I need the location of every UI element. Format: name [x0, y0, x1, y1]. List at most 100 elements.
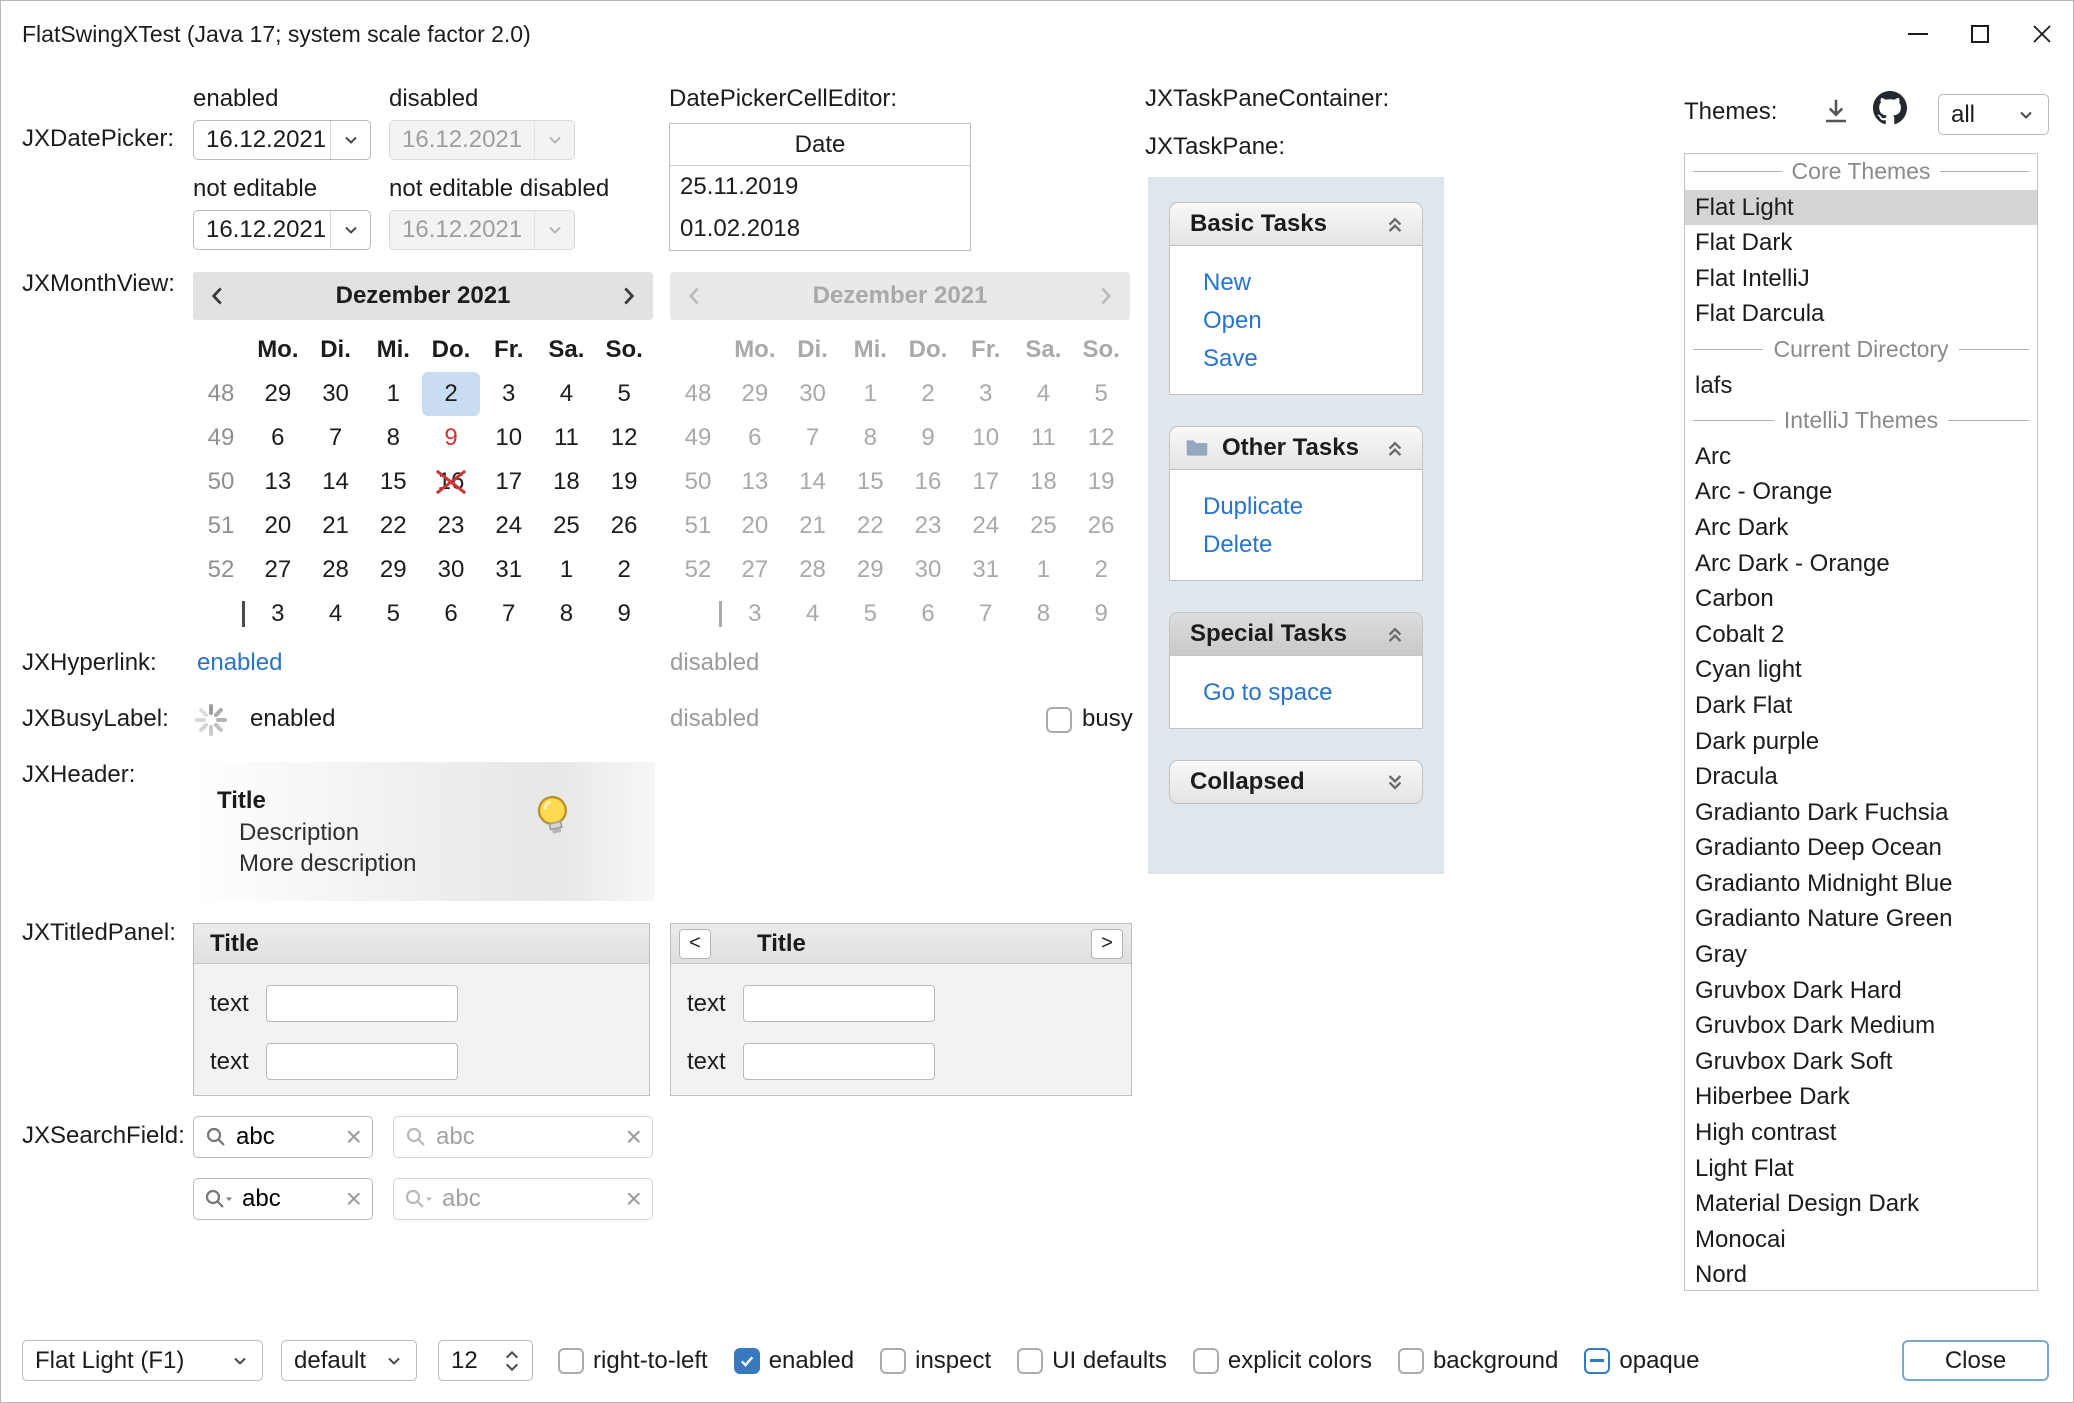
collapse-icon[interactable] — [1382, 621, 1408, 647]
calendar-day[interactable]: 30 — [307, 372, 365, 416]
theme-list-item[interactable]: lafs — [1685, 368, 2037, 404]
text-field[interactable] — [743, 1043, 935, 1080]
theme-list-item[interactable]: Cobalt 2 — [1685, 617, 2037, 653]
collapse-icon[interactable] — [1382, 211, 1408, 237]
calendar-dropdown-button[interactable] — [330, 121, 370, 159]
calendar-day[interactable]: 5 — [595, 372, 653, 416]
font-size-spinner[interactable]: 12 — [438, 1340, 533, 1381]
text-field[interactable] — [266, 985, 458, 1022]
theme-list-item[interactable]: Dracula — [1685, 759, 2037, 795]
clear-icon[interactable]: × — [346, 1123, 362, 1151]
calendar-day[interactable]: 24 — [480, 504, 538, 548]
clear-icon[interactable]: × — [346, 1185, 362, 1213]
minimize-button[interactable] — [1887, 1, 1949, 67]
titled-panel-next-button[interactable]: > — [1091, 929, 1123, 959]
maximize-button[interactable] — [1949, 1, 2011, 67]
calendar-day[interactable]: 31 — [480, 548, 538, 592]
calendar-day[interactable]: 29 — [249, 372, 307, 416]
theme-list-item[interactable]: Flat Dark — [1685, 225, 2037, 261]
theme-list-item[interactable]: Cyan light — [1685, 652, 2037, 688]
calendar-day[interactable]: 22 — [364, 504, 422, 548]
calendar-day[interactable]: 6 — [249, 416, 307, 460]
task-link[interactable]: New — [1170, 264, 1422, 302]
calendar-day[interactable]: 3 — [249, 592, 307, 636]
checkbox-box[interactable] — [1193, 1348, 1219, 1374]
calendar-day[interactable]: 6 — [422, 592, 480, 636]
checkbox-background[interactable]: background — [1398, 1347, 1558, 1375]
checkbox-inspect[interactable]: inspect — [880, 1347, 991, 1375]
expand-icon[interactable] — [1382, 769, 1408, 795]
theme-list-item[interactable]: Gray — [1685, 937, 2037, 973]
theme-list-item[interactable]: Arc - Orange — [1685, 474, 2037, 510]
theme-list-item[interactable]: Gradianto Deep Ocean — [1685, 830, 2037, 866]
theme-list-item[interactable]: Arc — [1685, 439, 2037, 475]
calendar-day[interactable]: 7 — [307, 416, 365, 460]
theme-list-item[interactable]: Hiberbee Dark — [1685, 1079, 2037, 1115]
calendar-day[interactable]: 3 — [480, 372, 538, 416]
table-column-header[interactable]: Date — [670, 124, 970, 166]
calendar-day[interactable]: 4 — [307, 592, 365, 636]
calendar-day[interactable]: 19 — [595, 460, 653, 504]
calendar-day[interactable]: 9 — [595, 592, 653, 636]
calendar-day[interactable]: 14 — [307, 460, 365, 504]
theme-list-item[interactable]: Material Design Dark — [1685, 1186, 2037, 1222]
calendar-day[interactable]: 15 — [364, 460, 422, 504]
calendar-day[interactable]: 1 — [538, 548, 596, 592]
theme-list-item[interactable]: High contrast — [1685, 1115, 2037, 1151]
calendar-day[interactable]: 28 — [307, 548, 365, 592]
style-combobox[interactable]: default — [281, 1340, 417, 1381]
checkbox-right-to-left[interactable]: right-to-left — [558, 1347, 708, 1375]
checkbox-box[interactable] — [734, 1348, 760, 1374]
theme-list-item[interactable]: Dark Flat — [1685, 688, 2037, 724]
calendar-day[interactable]: 17 — [480, 460, 538, 504]
checkbox-enabled[interactable]: enabled — [734, 1347, 854, 1375]
calendar-day[interactable]: 30 — [422, 548, 480, 592]
calendar-day[interactable]: 9 — [422, 416, 480, 460]
checkbox-explicit-colors[interactable]: explicit colors — [1193, 1347, 1372, 1375]
table-row[interactable]: 25.11.2019 — [670, 166, 970, 208]
calendar-day[interactable]: 4 — [538, 372, 596, 416]
theme-list-item[interactable]: Monocai — [1685, 1222, 2037, 1258]
calendar-day[interactable]: 27 — [249, 548, 307, 592]
calendar-day[interactable]: 1 — [364, 372, 422, 416]
task-link[interactable]: Delete — [1170, 526, 1422, 564]
calendar-day[interactable]: 7 — [480, 592, 538, 636]
calendar-day[interactable]: 8 — [364, 416, 422, 460]
text-field[interactable] — [266, 1043, 458, 1080]
task-link[interactable]: Open — [1170, 302, 1422, 340]
theme-list-item[interactable]: Gradianto Nature Green — [1685, 901, 2037, 937]
task-link[interactable]: Duplicate — [1170, 488, 1422, 526]
task-pane-header[interactable]: Collapsed — [1169, 760, 1423, 804]
checkbox-ui-defaults[interactable]: UI defaults — [1017, 1347, 1167, 1375]
task-pane-header[interactable]: Basic Tasks — [1169, 202, 1423, 246]
checkbox-box[interactable] — [1584, 1348, 1610, 1374]
themes-filter-combobox[interactable]: all — [1938, 94, 2049, 135]
theme-list-item[interactable]: Gruvbox Dark Hard — [1685, 973, 2037, 1009]
calendar-day[interactable]: 5 — [364, 592, 422, 636]
theme-list-item[interactable]: Gruvbox Dark Soft — [1685, 1044, 2037, 1080]
date-picker-enabled[interactable]: 16.12.2021 — [193, 120, 371, 160]
theme-list-item[interactable]: Light Flat — [1685, 1151, 2037, 1187]
calendar-day[interactable]: 11 — [538, 416, 596, 460]
theme-list-item[interactable]: Arc Dark - Orange — [1685, 546, 2037, 582]
calendar-dropdown-button[interactable] — [330, 211, 370, 249]
calendar-day[interactable]: 26 — [595, 504, 653, 548]
next-month-button[interactable] — [615, 283, 641, 309]
calendar-day[interactable]: 25 — [538, 504, 596, 548]
theme-list-item[interactable]: Flat Light — [1685, 190, 2037, 226]
theme-list-item[interactable]: Flat Darcula — [1685, 296, 2037, 332]
checkbox-box[interactable] — [558, 1348, 584, 1374]
search-field-with-menu[interactable]: × — [193, 1178, 373, 1220]
spinner-buttons[interactable] — [504, 1350, 520, 1372]
download-icon[interactable] — [1821, 96, 1851, 126]
task-pane-header[interactable]: Special Tasks — [1169, 612, 1423, 656]
calendar-day[interactable]: 8 — [538, 592, 596, 636]
theme-list-item[interactable]: Gradianto Dark Fuchsia — [1685, 795, 2037, 831]
checkbox-box[interactable] — [1398, 1348, 1424, 1374]
calendar-day[interactable]: 2 — [422, 372, 480, 416]
theme-list-item[interactable]: Carbon — [1685, 581, 2037, 617]
calendar-day[interactable]: 13 — [249, 460, 307, 504]
search-input[interactable] — [242, 1185, 338, 1213]
calendar-day[interactable]: 18 — [538, 460, 596, 504]
window-close-button[interactable] — [2011, 1, 2073, 67]
